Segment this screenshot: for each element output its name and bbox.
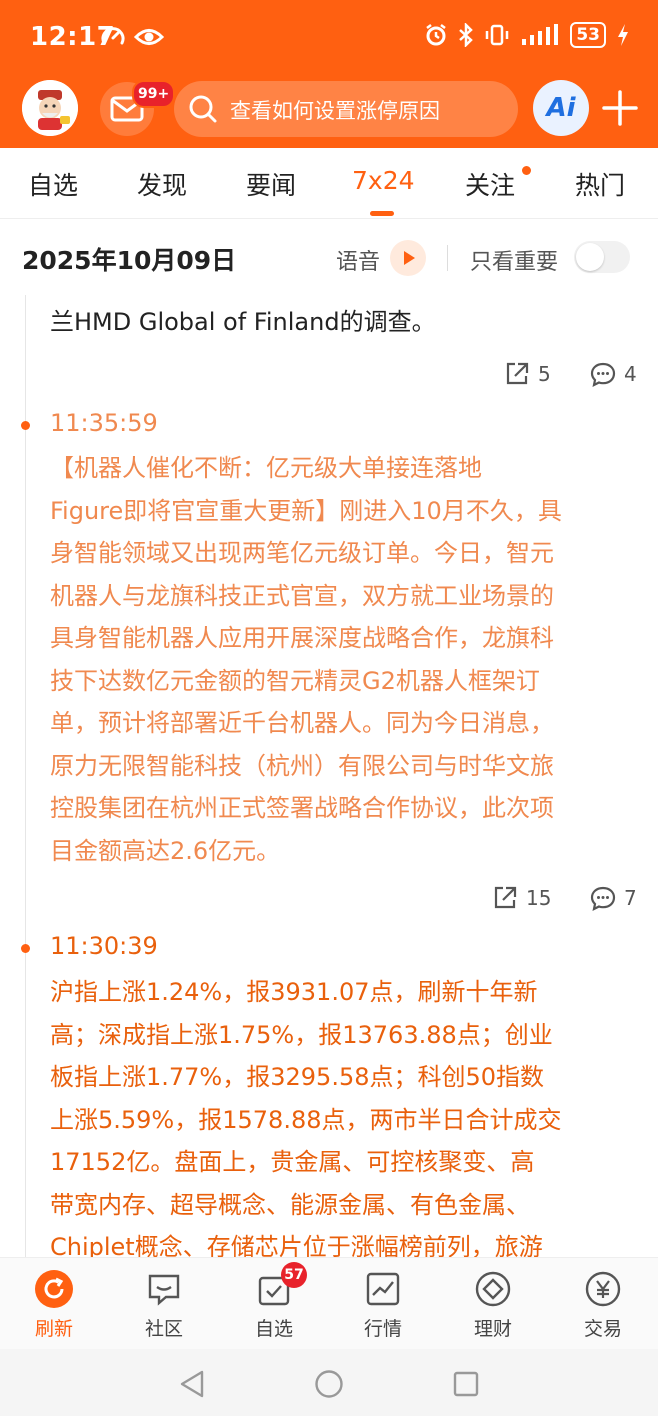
app-header: 12:17 53 99+ 查看如何设置涨停原因 Ai — [0, 0, 658, 148]
speed-gauge-icon — [101, 27, 125, 45]
toggle-knob — [576, 243, 604, 271]
comment-button[interactable]: 7 — [590, 885, 637, 911]
share-icon — [494, 886, 517, 909]
voice-label[interactable]: 语音 — [336, 244, 380, 276]
share-button[interactable]: 15 — [492, 885, 551, 911]
tab-headlines[interactable]: 要闻 — [246, 166, 296, 202]
search-placeholder: 查看如何设置涨停原因 — [230, 99, 440, 123]
comment-count: 4 — [624, 362, 637, 386]
chat-bubble-icon — [148, 1274, 180, 1306]
nav-label: 行情 — [363, 1318, 402, 1340]
news-time: 11:30:39 — [50, 932, 158, 960]
mascot-avatar-icon — [22, 80, 78, 136]
tab-following[interactable]: 关注 — [465, 166, 515, 202]
news-item-text[interactable]: 兰HMD Global of Finland的调查。 — [50, 301, 640, 344]
feed-date: 2025年10月09日 — [22, 246, 237, 275]
tab-watchlist[interactable]: 自选 — [28, 166, 78, 202]
date-filter-bar: 2025年10月09日 语音 只看重要 — [0, 219, 658, 295]
nav-label: 社区 — [144, 1318, 183, 1340]
share-count: 5 — [538, 362, 551, 386]
category-tabs: 自选 发现 要闻 7x24 关注 热门 — [0, 148, 658, 219]
share-button[interactable]: 5 — [504, 361, 551, 387]
share-count: 15 — [526, 886, 552, 910]
tab-hot[interactable]: 热门 — [575, 166, 625, 202]
line-chart-icon — [366, 1272, 400, 1306]
bottom-navigation: 刷新 社区 57 自选 行情 理财 交易 — [0, 1257, 658, 1350]
bluetooth-icon — [459, 23, 474, 47]
vibrate-icon — [486, 24, 509, 46]
comment-icon — [590, 362, 616, 387]
important-only-label: 只看重要 — [470, 250, 559, 275]
nav-community[interactable]: 社区 — [119, 1258, 209, 1350]
home-icon[interactable] — [314, 1369, 344, 1399]
news-item-text[interactable]: 【机器人催化不断：亿元级大单接连落地 Figure即将官宣重大更新】刚进入10月… — [50, 447, 640, 872]
comment-count: 7 — [624, 886, 637, 910]
divider — [447, 245, 448, 271]
timeline-dot — [21, 944, 30, 953]
nav-watchlist[interactable]: 57 自选 — [229, 1258, 319, 1350]
search-icon — [189, 95, 217, 123]
nav-market[interactable]: 行情 — [338, 1258, 428, 1350]
important-only-toggle[interactable] — [574, 241, 630, 273]
play-icon — [404, 251, 415, 265]
search-input[interactable]: 查看如何设置涨停原因 — [174, 81, 518, 137]
charging-icon — [618, 24, 628, 46]
nav-label: 交易 — [583, 1318, 622, 1340]
avatar[interactable] — [22, 80, 78, 136]
status-bar: 12:17 53 — [0, 0, 658, 78]
battery-indicator: 53 — [570, 22, 606, 48]
recents-icon[interactable] — [452, 1370, 480, 1398]
voice-play-button[interactable] — [390, 240, 426, 276]
tab-discover[interactable]: 发现 — [137, 166, 187, 202]
system-navigation-bar — [0, 1349, 658, 1416]
news-item-text[interactable]: 沪指上涨1.24%，报3931.07点，刷新十年新 高；深成指上涨1.75%，报… — [50, 971, 640, 1257]
following-unread-dot — [522, 166, 531, 175]
diamond-icon — [475, 1271, 511, 1307]
back-icon[interactable] — [178, 1369, 206, 1399]
nav-label: 刷新 — [34, 1318, 73, 1340]
nav-label: 自选 — [254, 1318, 293, 1340]
signal-icon — [522, 24, 559, 45]
eye-icon — [134, 29, 164, 45]
comment-button[interactable]: 4 — [590, 361, 637, 387]
refresh-icon — [35, 1270, 73, 1308]
add-icon[interactable] — [600, 86, 640, 130]
comment-icon — [590, 886, 616, 911]
news-time: 11:35:59 — [50, 409, 158, 437]
nav-trade[interactable]: 交易 — [558, 1258, 648, 1350]
tab-7x24[interactable]: 7x24 — [352, 166, 415, 195]
active-tab-indicator — [370, 211, 394, 216]
messages-badge: 99+ — [132, 80, 176, 108]
top-navbar: 99+ 查看如何设置涨停原因 Ai — [0, 78, 658, 144]
alarm-icon — [426, 24, 447, 46]
nav-wealth[interactable]: 理财 — [448, 1258, 538, 1350]
timeline-line — [25, 295, 26, 1257]
watchlist-badge: 57 — [281, 1262, 307, 1288]
news-feed[interactable]: 兰HMD Global of Finland的调查。 5 4 11:35:59 … — [0, 295, 658, 1257]
nav-refresh[interactable]: 刷新 — [9, 1258, 99, 1350]
yen-coin-icon — [585, 1271, 621, 1307]
ai-assistant-button[interactable]: Ai — [533, 80, 589, 136]
share-icon — [506, 362, 529, 385]
timeline-dot — [21, 421, 30, 430]
nav-label: 理财 — [473, 1318, 512, 1340]
